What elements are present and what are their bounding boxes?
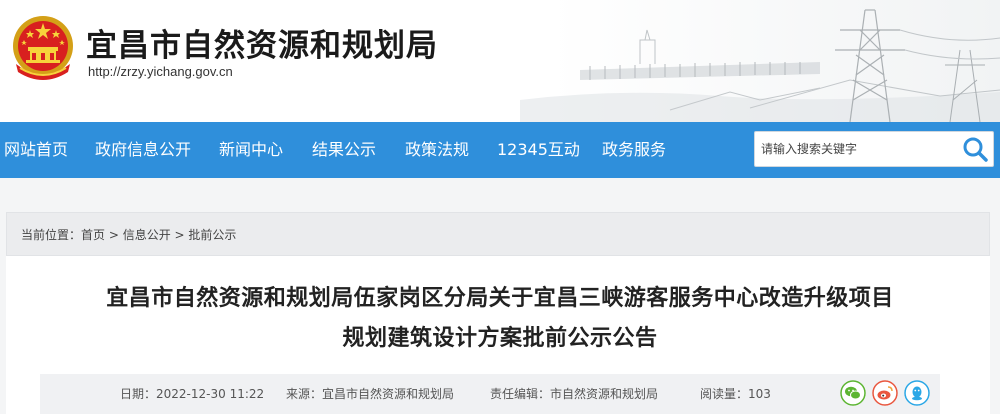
meta-views: 阅读量：103 [700,374,771,414]
nav-item-policy[interactable]: 政策法规 [405,122,469,178]
breadcrumb: 当前位置：首页 > 信息公开 > 批前公示 [6,212,990,256]
meta-views-label: 阅读量： [700,387,749,401]
nav-item-results[interactable]: 结果公示 [312,122,376,178]
nav-item-12345[interactable]: 12345互动 [497,122,580,178]
article-meta: 日期：2022-12-30 11:22 来源：宜昌市自然资源和规划局 责任编辑：… [40,374,940,414]
meta-editor-label: 责任编辑： [490,387,551,401]
search-icon[interactable] [959,134,991,164]
search-box [754,131,994,167]
search-input[interactable] [755,132,955,166]
qq-icon[interactable] [904,380,930,406]
breadcrumb-home[interactable]: 首页 [81,228,105,242]
meta-editor: 责任编辑：市自然资源和规划局 [490,374,658,414]
site-title: 宜昌市自然资源和规划局 [86,28,438,64]
meta-source-value: 宜昌市自然资源和规划局 [322,387,455,401]
meta-date-label: 日期： [120,387,157,401]
nav-item-home[interactable]: 网站首页 [4,122,68,178]
meta-source: 来源：宜昌市自然资源和规划局 [286,374,454,414]
breadcrumb-pre-approval[interactable]: 批前公示 [188,228,236,242]
weibo-icon[interactable] [872,380,898,406]
nav-item-services[interactable]: 政务服务 [602,122,666,178]
article-title-line2: 规划建筑设计方案批前公示公告 [342,326,658,351]
breadcrumb-prefix: 当前位置： [21,228,82,242]
national-emblem-icon [13,16,73,80]
nav-item-gov-info[interactable]: 政府信息公开 [95,122,191,178]
site-header: 宜昌市自然资源和规划局 http://zrzy.yichang.gov.cn [0,0,1000,122]
meta-views-value: 103 [748,387,771,401]
breadcrumb-info-public[interactable]: 信息公开 [123,228,171,242]
wechat-icon[interactable] [840,380,866,406]
meta-editor-value: 市自然资源和规划局 [550,387,659,401]
meta-date: 日期：2022-12-30 11:22 [120,374,264,414]
breadcrumb-separator: > [105,228,123,242]
dam-scenery-illustration [520,9,1000,122]
nav-item-news[interactable]: 新闻中心 [219,122,283,178]
meta-source-label: 来源： [286,387,323,401]
breadcrumb-separator: > [170,228,189,242]
site-url: http://zrzy.yichang.gov.cn [88,64,233,79]
article-title-line1: 宜昌市自然资源和规划局伍家岗区分局关于宜昌三峡游客服务中心改造升级项目 [106,286,894,311]
meta-date-value: 2022-12-30 11:22 [156,387,265,401]
